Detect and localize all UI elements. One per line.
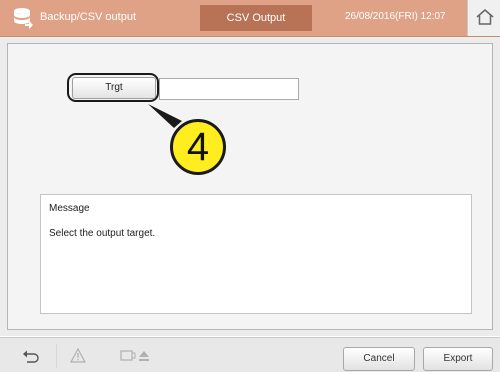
message-box: Message Select the output target.	[40, 194, 472, 314]
back-button[interactable]	[10, 344, 52, 368]
cancel-button[interactable]: Cancel	[343, 347, 415, 371]
csv-output-screen: Backup/CSV output CSV Output 26/08/2016(…	[0, 0, 500, 372]
footer-bar: Cancel Export	[0, 337, 500, 372]
media-eject-icon	[120, 350, 149, 361]
back-arrow-icon	[23, 350, 39, 363]
warning-button[interactable]	[56, 344, 99, 368]
message-title: Message	[49, 203, 90, 214]
step-callout-badge: 4	[170, 119, 226, 175]
export-button[interactable]: Export	[423, 347, 493, 371]
message-text: Select the output target.	[49, 228, 156, 239]
media-eject-button[interactable]	[110, 344, 166, 368]
warning-icon	[70, 348, 86, 363]
callout-pointer	[148, 104, 182, 128]
